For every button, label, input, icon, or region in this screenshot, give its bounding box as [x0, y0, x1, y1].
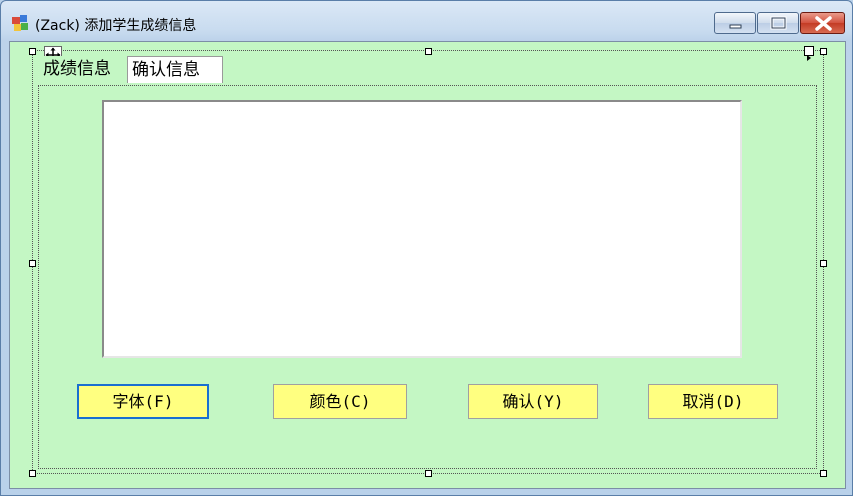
resize-handle-bottom[interactable]: [425, 470, 432, 477]
resize-handle-bottom-right[interactable]: [820, 470, 827, 477]
close-button[interactable]: [800, 12, 845, 34]
color-button[interactable]: 颜色(C): [273, 384, 407, 419]
resize-handle-right[interactable]: [820, 260, 827, 267]
resize-handle-top-right[interactable]: [820, 48, 827, 55]
resize-handle-left[interactable]: [29, 260, 36, 267]
tab-confirm-info[interactable]: 确认信息: [127, 56, 223, 83]
app-window: (Zack) 添加学生成绩信息 成绩信息 确认信息 字体(F) 颜色(C) 确认…: [0, 0, 853, 496]
close-icon: [815, 16, 832, 31]
minimize-button[interactable]: [714, 12, 756, 34]
window-title: (Zack) 添加学生成绩信息: [35, 18, 197, 34]
resize-handle-top[interactable]: [425, 48, 432, 55]
maximize-button[interactable]: [757, 12, 799, 34]
smart-tag-arrow-icon[interactable]: [804, 46, 814, 61]
resize-handle-top-left[interactable]: [29, 48, 36, 55]
cancel-button[interactable]: 取消(D): [648, 384, 778, 419]
memo-textarea[interactable]: [102, 100, 742, 358]
app-icon: [12, 15, 28, 31]
maximize-icon: [770, 16, 787, 30]
font-button[interactable]: 字体(F): [77, 384, 209, 419]
confirm-button[interactable]: 确认(Y): [468, 384, 598, 419]
resize-handle-bottom-left[interactable]: [29, 470, 36, 477]
tab-grade-info[interactable]: 成绩信息: [39, 56, 127, 83]
minimize-icon: [729, 24, 742, 29]
title-bar[interactable]: (Zack) 添加学生成绩信息: [1, 1, 852, 41]
